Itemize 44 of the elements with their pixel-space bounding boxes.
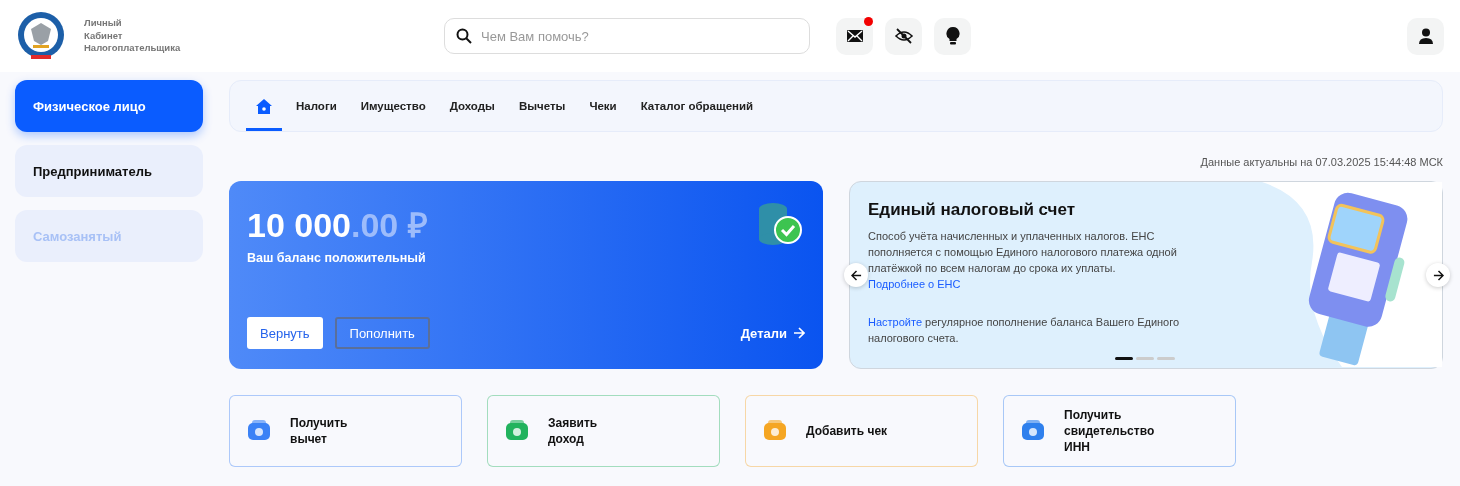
service-tile[interactable]: Получить свидетельство ИНН bbox=[1003, 395, 1236, 467]
update-time: Данные актуальны на 07.03.2025 15:44:48 МСК bbox=[1200, 156, 1443, 168]
mail-icon bbox=[846, 30, 863, 42]
text-link[interactable]: Подробнее о ЕНС bbox=[868, 278, 961, 290]
service-tile[interactable]: Заявить доход bbox=[487, 395, 720, 467]
balance-button[interactable]: Вернуть bbox=[247, 317, 323, 349]
card-text: Настройте регулярное пополнение баланса Вашего Единого налогового счета. bbox=[868, 315, 1181, 346]
toolbar-button[interactable] bbox=[836, 17, 873, 55]
nav-tab[interactable]: Вычеты bbox=[508, 81, 576, 131]
arrow-right-icon bbox=[793, 327, 805, 339]
profile-button[interactable] bbox=[1407, 17, 1444, 55]
nav-tab[interactable]: Доходы bbox=[439, 81, 505, 131]
sidebar-item[interactable]: Физическое лицо bbox=[15, 80, 203, 132]
previous-button[interactable] bbox=[844, 263, 868, 287]
arrow-right-icon bbox=[1432, 269, 1444, 281]
next-button[interactable] bbox=[1426, 263, 1450, 287]
service-tile[interactable]: Получить вычет bbox=[229, 395, 462, 467]
coins-check-icon bbox=[757, 201, 803, 247]
sidebar-item[interactable]: Предприниматель bbox=[15, 145, 203, 197]
user-icon bbox=[1417, 28, 1434, 44]
search-icon bbox=[456, 28, 472, 44]
nav-tab[interactable]: Каталог обращений bbox=[630, 81, 764, 131]
service-tile[interactable]: Добавить чек bbox=[745, 395, 978, 467]
search-field[interactable]: Чем Вам помочь? bbox=[444, 18, 810, 54]
logo-text: Налогоплательщика bbox=[84, 42, 182, 55]
home-icon bbox=[256, 98, 272, 114]
balance-button[interactable]: Пополнить bbox=[334, 317, 430, 349]
card-title: Единый налоговый счет bbox=[868, 200, 1077, 220]
nav-tab[interactable]: Чеки bbox=[579, 81, 627, 131]
card-text: Способ учёта начисленных и уплаченных налогов. ЕНС пополняется с помощью Единого налогового платежа одной платёжкой по всем налогам до срока их уплаты. Подробнее о ЕНС bbox=[868, 229, 1178, 292]
lightbulb-icon bbox=[945, 27, 960, 45]
toolbar-button[interactable] bbox=[885, 17, 922, 55]
emblem-logo bbox=[16, 11, 66, 61]
nav-tab[interactable]: Налоги bbox=[286, 81, 347, 131]
logo-text: Личный bbox=[84, 17, 123, 30]
arrow-left-icon bbox=[850, 269, 862, 281]
text-link[interactable]: Настройте bbox=[868, 316, 922, 328]
balance-status: Ваш баланс положительный bbox=[247, 251, 426, 265]
toolbar-button[interactable] bbox=[934, 17, 971, 55]
balance-amount: 10 000.00 ₽ bbox=[247, 205, 428, 246]
hidden-eye-icon bbox=[894, 28, 913, 44]
details-link[interactable]: Детали bbox=[740, 325, 805, 341]
logo-text: Кабинет bbox=[84, 29, 124, 43]
nav-tab[interactable]: Имущество bbox=[350, 81, 436, 131]
